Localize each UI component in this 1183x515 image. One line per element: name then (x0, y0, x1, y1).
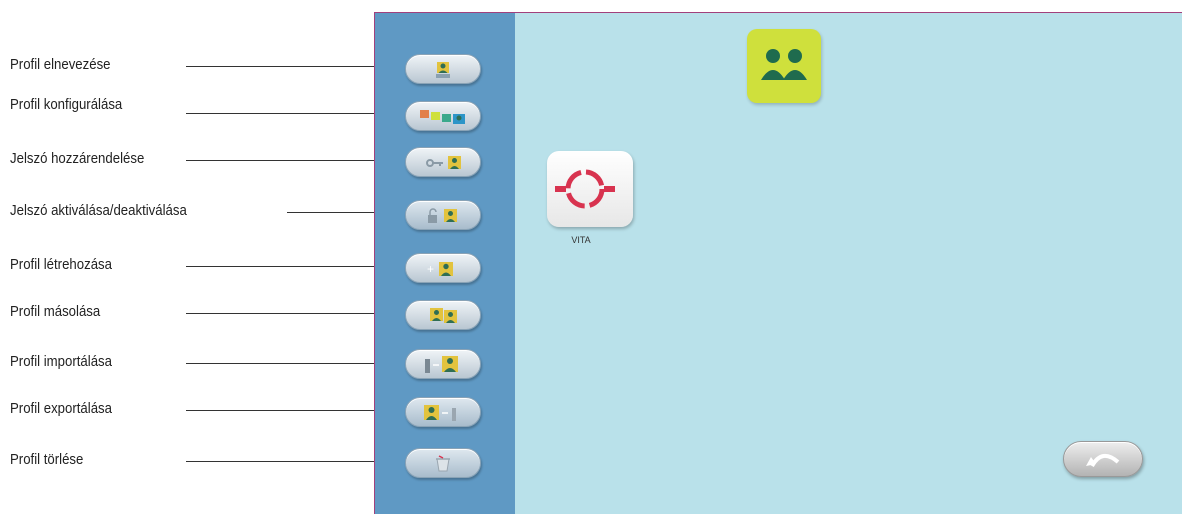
profile-export-button[interactable] (405, 397, 481, 427)
sidebar: + (375, 13, 515, 514)
leader-line (186, 410, 402, 411)
back-button[interactable] (1063, 441, 1143, 477)
profile-import-button[interactable] (405, 349, 481, 379)
label-profile-copy: Profil másolása (10, 303, 101, 320)
svg-text:+: + (427, 262, 434, 276)
add-profile-icon: + (427, 262, 453, 276)
undo-arrow-icon (1086, 454, 1120, 468)
label-profile-delete: Profil törlése (10, 451, 84, 468)
profile-name-button[interactable] (405, 54, 481, 84)
trash-icon (436, 455, 450, 472)
profile-create-button[interactable]: + (405, 253, 481, 283)
label-password-toggle: Jelszó aktiválása/deaktiválása (10, 202, 187, 219)
two-users-icon (761, 49, 807, 80)
key-assign-icon (426, 156, 461, 169)
leader-line (186, 66, 402, 67)
leader-line (186, 113, 402, 114)
label-profile-create: Profil létrehozása (10, 256, 112, 273)
configure-profile-icon (420, 110, 465, 124)
vita-app-tile[interactable] (547, 151, 633, 227)
leader-line (186, 266, 402, 267)
password-assign-button[interactable] (405, 147, 481, 177)
vita-ring-icon (555, 169, 615, 209)
name-profile-icon (436, 62, 450, 78)
label-profile-import: Profil importálása (10, 353, 112, 370)
profile-configure-button[interactable] (405, 101, 481, 131)
leader-line (186, 363, 402, 364)
label-profile-naming: Profil elnevezése (10, 56, 111, 73)
profile-delete-button[interactable] (405, 448, 481, 478)
label-profile-config: Profil konfigurálása (10, 96, 123, 113)
profile-copy-button[interactable] (405, 300, 481, 330)
profile-selector[interactable] (747, 29, 821, 103)
label-profile-export: Profil exportálása (10, 400, 112, 417)
copy-profile-icon (430, 308, 457, 323)
leader-line (186, 313, 402, 314)
leader-line (186, 160, 402, 161)
vita-app-item[interactable]: VITA (547, 151, 635, 245)
export-profile-icon (424, 405, 456, 421)
device-screen: + VITA (374, 12, 1182, 514)
label-password-assign: Jelszó hozzárendelése (10, 150, 145, 167)
lock-toggle-icon (428, 208, 457, 223)
main-area: VITA (515, 13, 1182, 514)
leader-line (186, 461, 402, 462)
import-profile-icon (425, 356, 458, 373)
vita-app-label: VITA (571, 235, 591, 245)
password-toggle-button[interactable] (405, 200, 481, 230)
